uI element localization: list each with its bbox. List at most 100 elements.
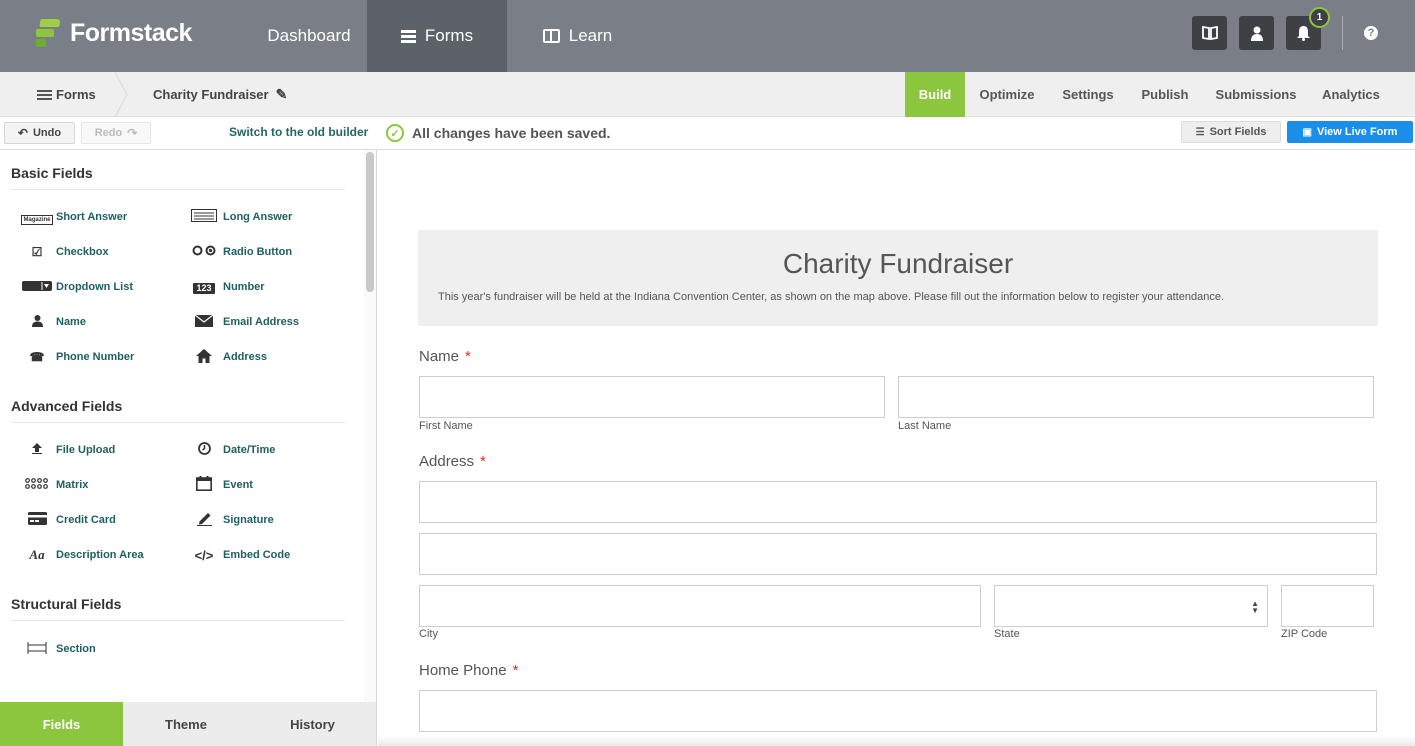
field-credit-card[interactable]: Credit Card — [21, 511, 181, 529]
section-divider — [11, 620, 345, 621]
last-name-sublabel: Last Name — [898, 420, 952, 432]
field-label: Credit Card — [56, 514, 116, 526]
field-email-address[interactable]: Email Address — [188, 313, 348, 331]
bell-icon — [1297, 26, 1310, 41]
field-event[interactable]: Event — [188, 476, 348, 494]
field-dropdown-list[interactable]: Dropdown List — [21, 278, 181, 296]
city-sublabel: City — [419, 628, 438, 640]
nav-learn[interactable]: Learn — [530, 0, 625, 72]
checkbox-icon: ☑ — [31, 245, 43, 259]
tab-submissions[interactable]: Submissions — [1212, 72, 1300, 117]
sidebar-tabs: Fields Theme History — [0, 702, 376, 746]
field-checkbox[interactable]: ☑ Checkbox — [21, 243, 181, 261]
breadcrumb-forms-label: Forms — [56, 87, 96, 102]
nav-forms-label: Forms — [424, 26, 474, 45]
last-name-input[interactable] — [898, 376, 1374, 418]
breadcrumb-forms[interactable]: Forms — [37, 72, 96, 117]
address-line-1-input[interactable] — [419, 481, 1377, 523]
required-marker: * — [465, 348, 471, 365]
account-button[interactable] — [1239, 16, 1274, 50]
redo-label: Redo — [94, 127, 123, 139]
view-live-form-button[interactable]: ▣ View Live Form — [1287, 121, 1413, 143]
field-label: Event — [223, 479, 253, 491]
zip-code-input[interactable] — [1281, 585, 1374, 627]
field-number[interactable]: 123 Number — [188, 278, 348, 296]
field-radio-button[interactable]: Radio Button — [188, 243, 348, 261]
first-name-sublabel: First Name — [419, 420, 473, 432]
home-phone-field-label: Home Phone * — [419, 662, 519, 679]
field-short-answer[interactable]: Magazine Short Answer — [21, 208, 181, 226]
phone-icon: ☎ — [29, 350, 45, 364]
nav-forms[interactable]: Forms — [367, 0, 507, 72]
tab-optimize[interactable]: Optimize — [975, 72, 1039, 117]
city-input[interactable] — [419, 585, 981, 627]
basic-fields-heading: Basic Fields — [11, 165, 93, 181]
number-icon: 123 — [188, 280, 220, 294]
sidebar-tab-history[interactable]: History — [249, 702, 376, 746]
field-address[interactable]: Address — [188, 348, 348, 366]
tab-build[interactable]: Build — [905, 72, 965, 117]
field-label: Date/Time — [223, 444, 276, 456]
field-long-answer[interactable]: Long Answer — [188, 208, 348, 226]
help-icon[interactable]: ? — [1364, 26, 1378, 40]
name-field-label: Name * — [419, 348, 471, 365]
field-label: Signature — [223, 514, 274, 526]
nav-learn-label: Learn — [568, 26, 613, 45]
address-field-label: Address * — [419, 453, 486, 470]
section-divider — [11, 422, 345, 423]
breadcrumb-chevron-icon — [114, 72, 128, 117]
field-section[interactable]: Section — [21, 640, 181, 658]
sidebar-tab-fields[interactable]: Fields — [0, 702, 123, 746]
form-canvas: Charity Fundraiser This year's fundraise… — [378, 150, 1415, 746]
field-description-area[interactable]: Aa Description Area — [21, 546, 181, 564]
field-date-time[interactable]: Date/Time — [188, 441, 348, 459]
tab-settings[interactable]: Settings — [1057, 72, 1119, 117]
sidebar-tab-theme[interactable]: Theme — [123, 702, 249, 746]
field-matrix[interactable]: Matrix — [21, 476, 181, 494]
field-phone-number[interactable]: ☎ Phone Number — [21, 348, 181, 366]
text-icon: Aa — [29, 547, 45, 562]
field-label: Number — [223, 281, 265, 293]
sort-fields-button[interactable]: ☰ Sort Fields — [1181, 121, 1281, 143]
user-icon — [1250, 26, 1263, 41]
required-marker: * — [480, 453, 486, 470]
tab-publish[interactable]: Publish — [1138, 72, 1192, 117]
redo-button[interactable]: Redo ↷ — [81, 122, 151, 144]
state-select[interactable]: ▲ ▼ — [994, 585, 1268, 627]
field-label: Radio Button — [223, 246, 293, 258]
pencil-icon[interactable]: ✎ — [276, 86, 288, 103]
field-label: Description Area — [56, 549, 144, 561]
field-label: Name — [56, 316, 86, 328]
resources-button[interactable] — [1192, 16, 1227, 50]
brand-name: Formstack — [70, 18, 192, 47]
field-file-upload[interactable]: File Upload — [21, 441, 181, 459]
notification-count-badge[interactable]: 1 — [1309, 7, 1330, 28]
upload-icon — [21, 443, 53, 457]
sidebar-scrollbar-thumb[interactable] — [366, 152, 374, 292]
tab-analytics[interactable]: Analytics — [1318, 72, 1384, 117]
breadcrumb-form-name[interactable]: Charity Fundraiser ✎ — [153, 72, 287, 117]
forms-list-icon — [400, 29, 416, 43]
field-embed-code[interactable]: </> Embed Code — [188, 546, 348, 564]
formstack-logo[interactable]: Formstack — [36, 18, 192, 48]
field-label: Phone Number — [56, 351, 135, 363]
pen-icon — [188, 512, 220, 529]
address-line-2-input[interactable] — [419, 533, 1377, 575]
first-name-input[interactable] — [419, 376, 885, 418]
switch-old-builder-link[interactable]: Switch to the old builder — [229, 125, 368, 139]
book-icon — [1201, 26, 1218, 40]
sort-icon: ☰ — [1195, 126, 1205, 138]
undo-button[interactable]: ↶ Undo — [4, 122, 75, 144]
nav-dashboard[interactable]: Dashboard — [230, 0, 365, 72]
home-phone-input[interactable] — [419, 690, 1377, 732]
clock-icon — [188, 442, 220, 458]
form-name-label: Charity Fundraiser — [153, 87, 269, 102]
view-live-form-label: View Live Form — [1316, 126, 1398, 138]
state-sublabel: State — [994, 628, 1020, 640]
field-signature[interactable]: Signature — [188, 511, 348, 529]
field-name[interactable]: Name — [21, 313, 181, 331]
required-marker: * — [512, 662, 519, 679]
undo-icon: ↶ — [17, 126, 28, 140]
field-label: Checkbox — [56, 246, 109, 258]
form-header[interactable]: Charity Fundraiser This year's fundraise… — [418, 230, 1378, 326]
